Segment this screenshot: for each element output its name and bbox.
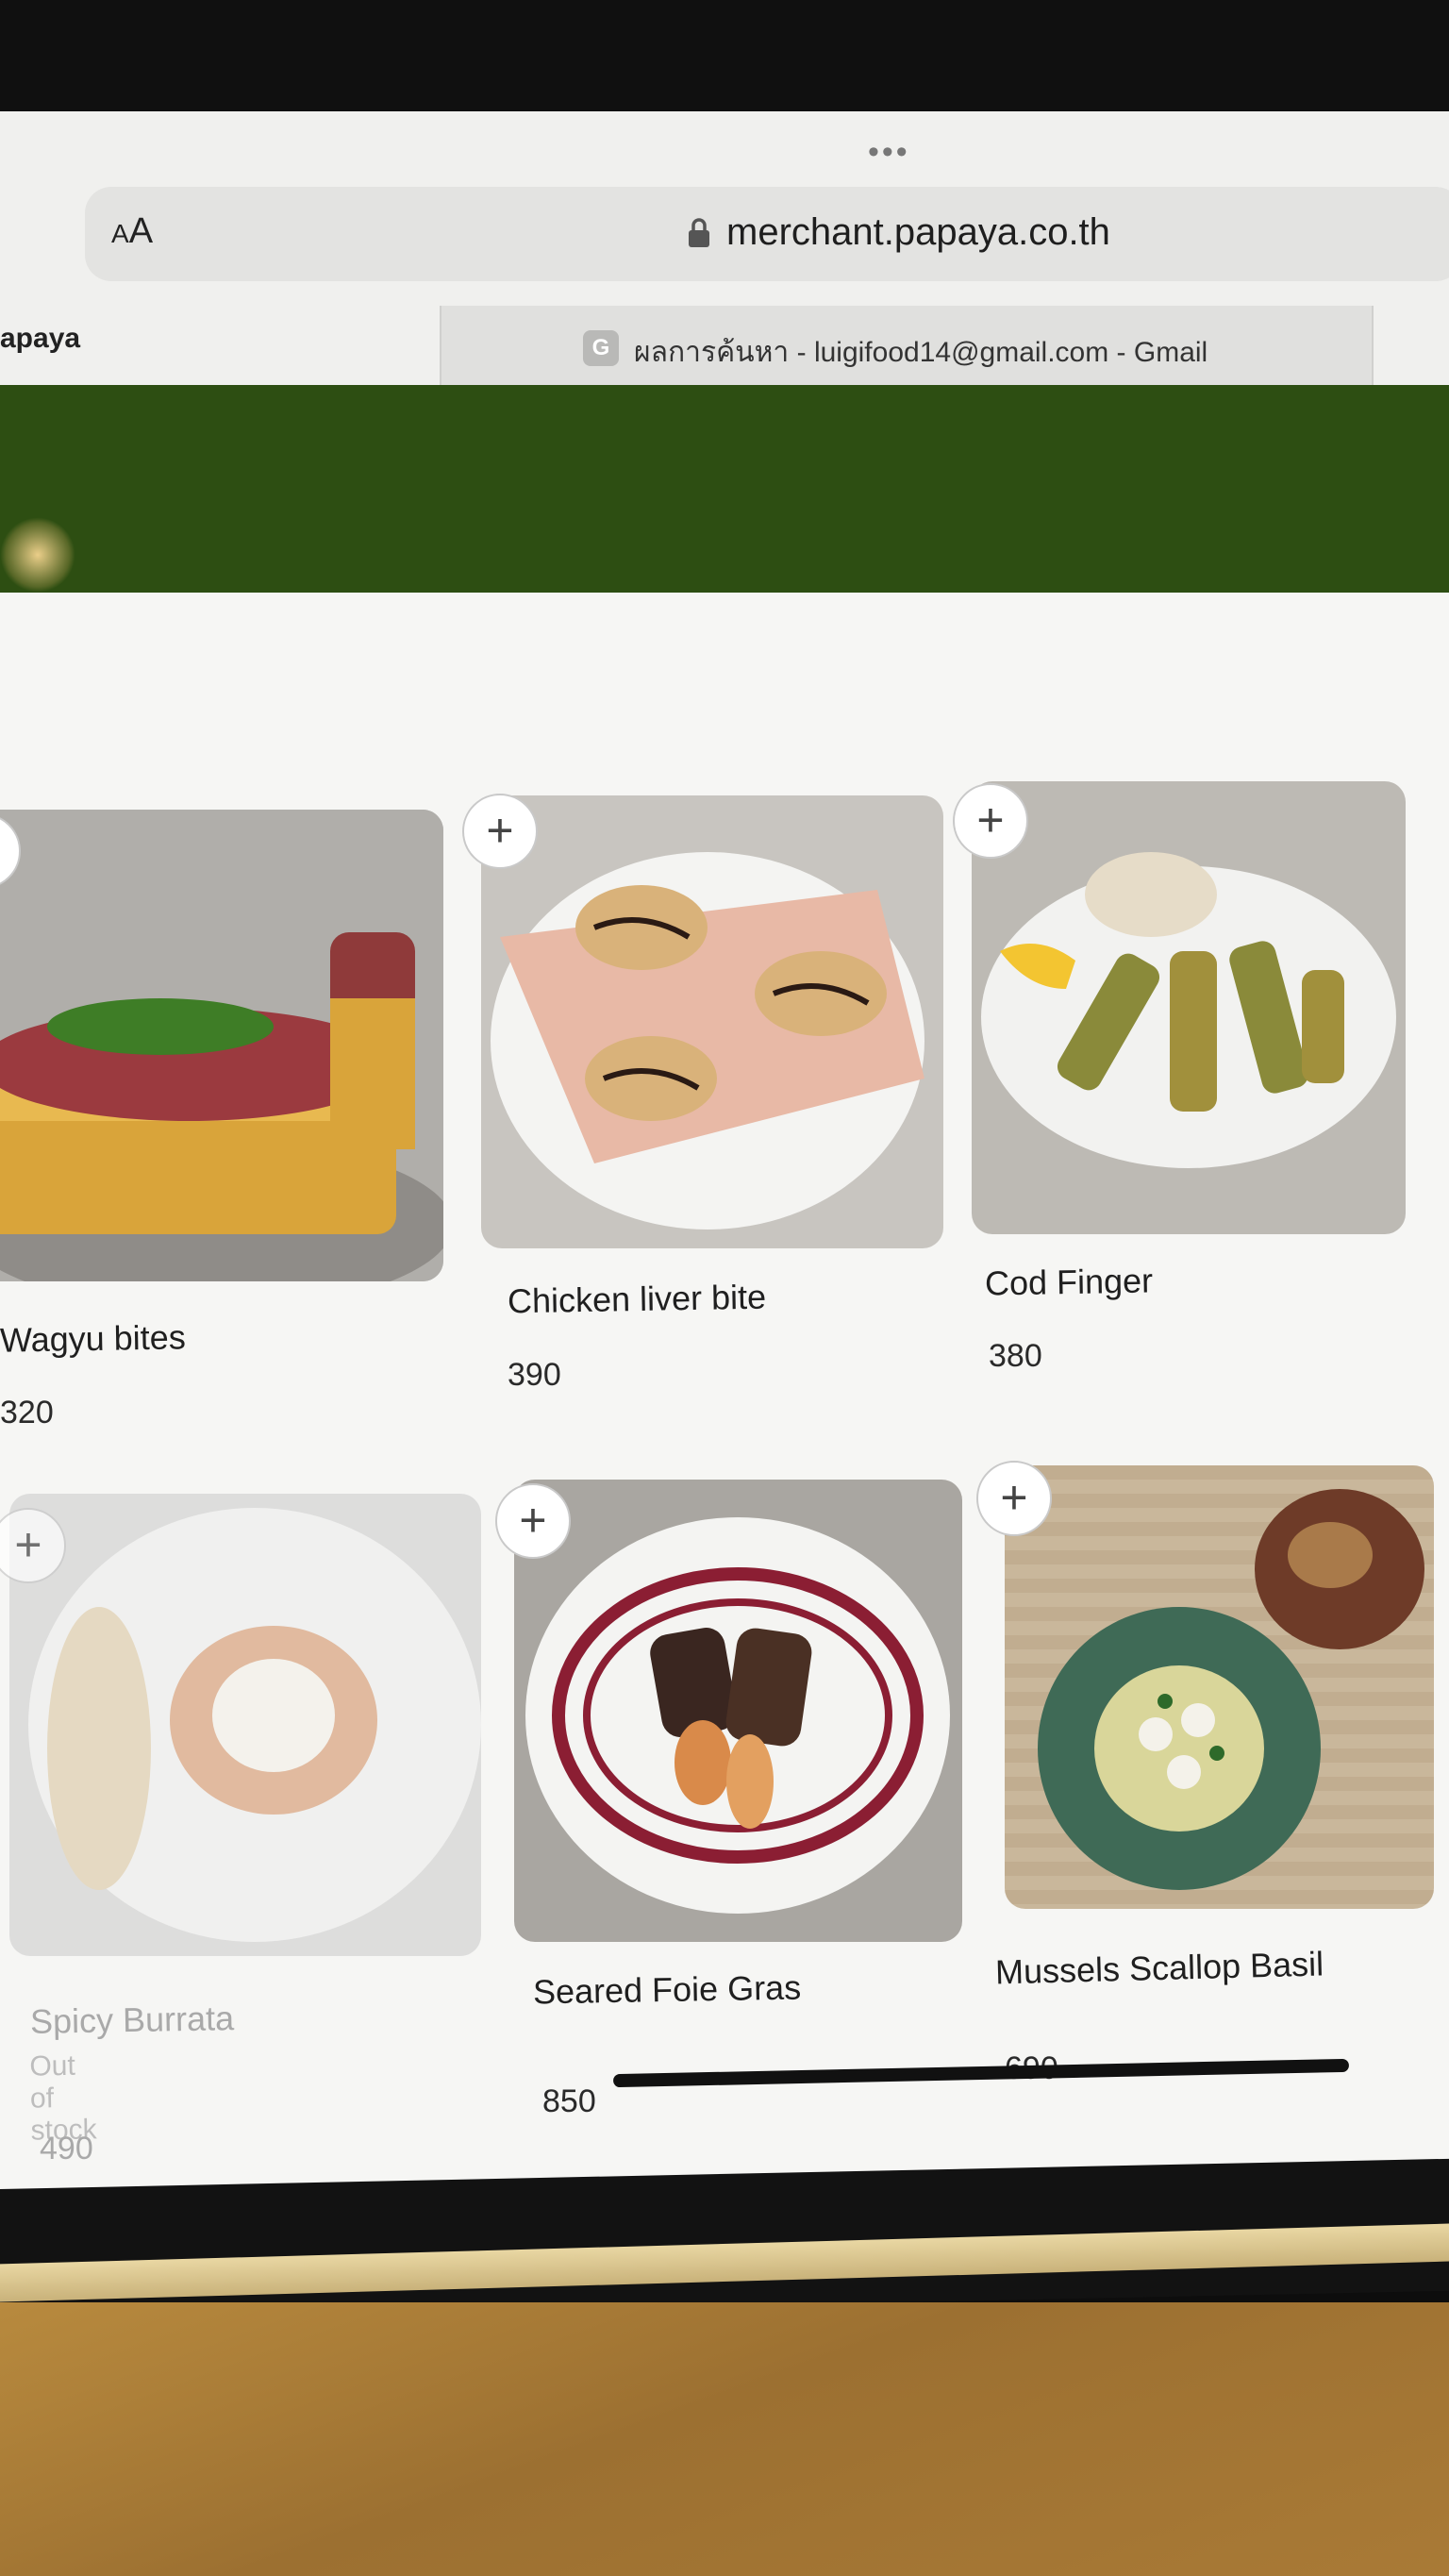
cod-finger-image <box>972 781 1406 1234</box>
menu-grid: + Wagyu bites 320 + <box>0 593 1449 2216</box>
dish-name: Chicken liver bite <box>507 1277 767 1321</box>
gmail-favicon-icon: G <box>583 330 619 366</box>
wagyu-bites-image <box>0 810 443 1281</box>
add-to-cart-button[interactable]: + <box>976 1461 1052 1536</box>
dish-photo[interactable] <box>9 1494 481 1956</box>
dish-photo[interactable] <box>0 810 443 1281</box>
dish-photo[interactable] <box>514 1480 962 1942</box>
aa-large-label: A <box>128 211 154 251</box>
dish-price: 380 <box>989 1338 1042 1374</box>
add-to-cart-button[interactable]: + <box>953 783 1028 859</box>
dish-name: Spicy Burrata <box>29 1999 235 2041</box>
photo-scene: ••• AA merchant.papaya.co.th apaya G ผลก… <box>0 0 1449 2576</box>
dish-price: 490 <box>40 2131 93 2166</box>
add-to-cart-button[interactable]: + <box>462 794 538 869</box>
tablet-screen: ••• AA merchant.papaya.co.th apaya G ผลก… <box>0 111 1449 2216</box>
lock-icon <box>689 218 709 247</box>
reader-aa-button[interactable]: AA <box>111 211 153 252</box>
tab-papaya[interactable]: apaya <box>0 323 80 355</box>
dish-name: Wagyu bites <box>0 1317 187 1360</box>
dish-photo[interactable] <box>481 795 943 1248</box>
dish-price: 320 <box>0 1395 54 1430</box>
address-bar[interactable]: AA merchant.papaya.co.th <box>85 187 1449 281</box>
dish-photo[interactable] <box>972 781 1406 1234</box>
dish-name: Cod Finger <box>984 1261 1154 1303</box>
dish-name: Mussels Scallop Basil <box>994 1944 1324 1992</box>
tab-strip: apaya G ผลการค้นหา - luigifood14@gmail.c… <box>0 306 1449 394</box>
table-surface <box>0 2302 1449 2576</box>
dish-price: 390 <box>508 1357 561 1393</box>
mussels-scallop-basil-image <box>1005 1465 1434 1909</box>
dish-photo[interactable] <box>1005 1465 1434 1909</box>
dish-name: Seared Foie Gras <box>532 1967 802 2012</box>
light-reflection <box>0 517 75 593</box>
dish-price: 850 <box>542 2083 596 2119</box>
tab-gmail-label: ผลการค้นหา - luigifood14@gmail.com - Gma… <box>634 337 1208 368</box>
url-text: merchant.papaya.co.th <box>726 211 1110 253</box>
site-header-banner <box>0 385 1449 593</box>
chicken-liver-bite-image <box>481 795 943 1248</box>
tab-gmail[interactable]: G ผลการค้นหา - luigifood14@gmail.com - G… <box>440 306 1374 394</box>
seared-foie-gras-image <box>514 1480 962 1942</box>
more-options-icon[interactable]: ••• <box>868 136 910 168</box>
spicy-burrata-image <box>9 1494 481 1956</box>
add-to-cart-button[interactable]: + <box>495 1483 571 1559</box>
tablet-bezel-top <box>0 0 1449 113</box>
aa-small-label: A <box>111 219 129 248</box>
